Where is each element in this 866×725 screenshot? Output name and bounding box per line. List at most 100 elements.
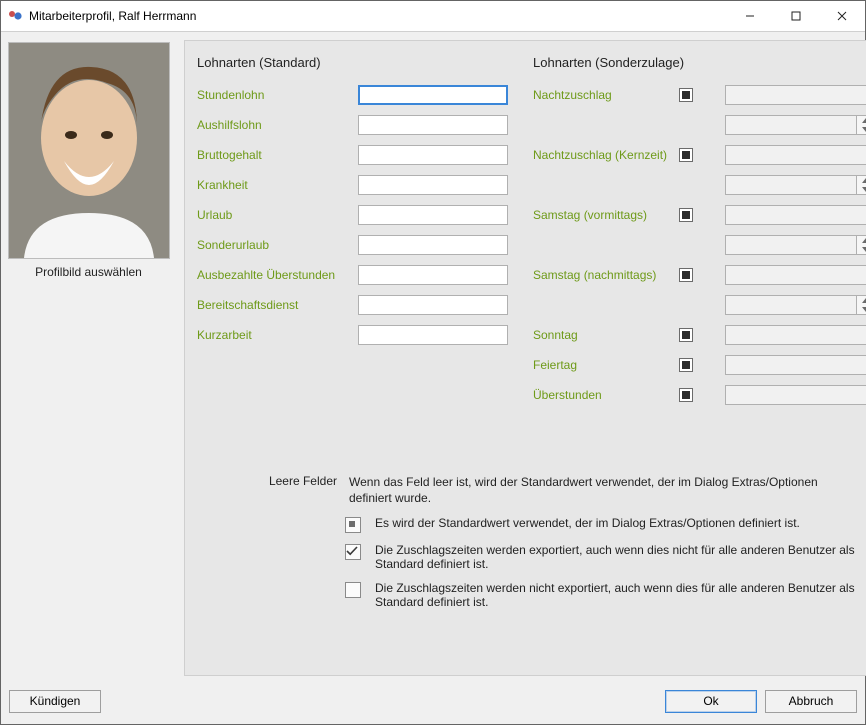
surcharge-row: Samstag (vormittags) xyxy=(533,204,863,226)
minimize-button[interactable] xyxy=(727,1,773,31)
wage-input[interactable] xyxy=(358,85,508,105)
surcharge-spinner-field xyxy=(725,235,866,255)
tristate-checkbox[interactable] xyxy=(679,88,693,102)
surcharge-spinner-field xyxy=(725,115,866,135)
field-label: Bruttogehalt xyxy=(197,148,352,162)
profile-photo-caption: Profilbild auswählen xyxy=(35,265,142,279)
explain-intro: Wenn das Feld leer ist, wird der Standar… xyxy=(349,474,863,506)
standard-row: Stundenlohn xyxy=(197,84,527,106)
surcharge-spinner-row xyxy=(533,174,863,196)
field-label: Krankheit xyxy=(197,178,352,192)
spinner-buttons[interactable] xyxy=(856,296,866,314)
field-label: Stundenlohn xyxy=(197,88,352,102)
wage-input[interactable] xyxy=(358,235,508,255)
standard-row: Kurzarbeit xyxy=(197,324,527,346)
surcharge-spinner-field xyxy=(725,175,866,195)
explain-text: Die Zuschlagszeiten werden exportiert, a… xyxy=(375,543,863,571)
standard-row: Urlaub xyxy=(197,204,527,226)
spin-down-icon[interactable] xyxy=(857,245,866,254)
tristate-checkbox[interactable] xyxy=(679,208,693,222)
wage-input[interactable] xyxy=(358,115,508,135)
spin-down-icon[interactable] xyxy=(857,125,866,134)
tristate-checkbox[interactable] xyxy=(679,328,693,342)
center-wrap: Lohnarten (Standard) StundenlohnAushilfs… xyxy=(176,32,866,684)
field-label: Ausbezahlte Überstunden xyxy=(197,268,352,282)
field-label: Feiertag xyxy=(533,358,673,372)
wage-input[interactable] xyxy=(358,145,508,165)
field-label: Urlaub xyxy=(197,208,352,222)
client-area: Profilbild auswählen Lohnarten (Standard… xyxy=(1,32,865,724)
legend-checkbox xyxy=(345,517,361,533)
wage-input[interactable] xyxy=(358,205,508,225)
field-label: Samstag (nachmittags) xyxy=(533,268,673,282)
wage-input[interactable] xyxy=(358,325,508,345)
close-button[interactable] xyxy=(819,1,865,31)
standard-row: Bereitschaftsdienst xyxy=(197,294,527,316)
surcharge-heading: Lohnarten (Sonderzulage) xyxy=(533,55,863,70)
ok-button[interactable]: Ok xyxy=(665,690,757,713)
surcharge-row: Nachtzuschlag (Kernzeit) xyxy=(533,144,863,166)
surcharge-value xyxy=(725,385,866,405)
workspace: Profilbild auswählen Lohnarten (Standard… xyxy=(1,32,865,684)
surcharge-spinner[interactable] xyxy=(725,235,866,255)
standard-column: Lohnarten (Standard) StundenlohnAushilfs… xyxy=(197,55,527,414)
surcharge-column: Lohnarten (Sonderzulage) Nachtzuschlag Na… xyxy=(533,55,863,414)
tristate-checkbox[interactable] xyxy=(679,358,693,372)
surcharge-spinner[interactable] xyxy=(725,175,866,195)
wage-input[interactable] xyxy=(358,295,508,315)
wage-input[interactable] xyxy=(358,175,508,195)
surcharge-spinner[interactable] xyxy=(725,115,866,135)
spinner-buttons[interactable] xyxy=(856,116,866,134)
maximize-button[interactable] xyxy=(773,1,819,31)
spin-up-icon[interactable] xyxy=(857,116,866,125)
explain-heading: Leere Felder xyxy=(197,474,337,488)
surcharge-spinner-row xyxy=(533,234,863,256)
surcharge-row: Samstag (nachmittags) xyxy=(533,264,863,286)
surcharge-row: Nachtzuschlag xyxy=(533,84,863,106)
surcharge-spinner-row xyxy=(533,114,863,136)
legend-checkbox xyxy=(345,544,361,560)
spinner-buttons[interactable] xyxy=(856,176,866,194)
surcharge-spinner-row xyxy=(533,294,863,316)
spin-down-icon[interactable] xyxy=(857,185,866,194)
profile-photo[interactable] xyxy=(8,42,170,259)
terminate-button[interactable]: Kündigen xyxy=(9,690,101,713)
window-title: Mitarbeiterprofil, Ralf Herrmann xyxy=(29,9,196,23)
app-icon xyxy=(7,8,23,24)
surcharge-value xyxy=(725,205,866,225)
left-column: Profilbild auswählen xyxy=(1,32,176,684)
surcharge-row: Sonntag xyxy=(533,324,863,346)
surcharge-value xyxy=(725,325,866,345)
field-label: Bereitschaftsdienst xyxy=(197,298,352,312)
wage-input[interactable] xyxy=(358,265,508,285)
spinner-buttons[interactable] xyxy=(856,236,866,254)
spin-up-icon[interactable] xyxy=(857,176,866,185)
explain-text: Die Zuschlagszeiten werden nicht exporti… xyxy=(375,581,863,609)
tristate-checkbox[interactable] xyxy=(679,388,693,402)
employee-profile-window: Mitarbeiterprofil, Ralf Herrmann xyxy=(0,0,866,725)
surcharge-spinner-field xyxy=(725,295,866,315)
spin-up-icon[interactable] xyxy=(857,236,866,245)
legend-checkbox xyxy=(345,582,361,598)
surcharge-value xyxy=(725,265,866,285)
field-label: Überstunden xyxy=(533,388,673,402)
cancel-button[interactable]: Abbruch xyxy=(765,690,857,713)
spin-up-icon[interactable] xyxy=(857,296,866,305)
spin-down-icon[interactable] xyxy=(857,305,866,314)
surcharge-value xyxy=(725,85,866,105)
surcharge-spinner[interactable] xyxy=(725,295,866,315)
standard-row: Ausbezahlte Überstunden xyxy=(197,264,527,286)
explain-row: Die Zuschlagszeiten werden nicht exporti… xyxy=(197,581,863,609)
field-label: Nachtzuschlag (Kernzeit) xyxy=(533,148,673,162)
field-label: Sonderurlaub xyxy=(197,238,352,252)
standard-row: Sonderurlaub xyxy=(197,234,527,256)
surcharge-row: Feiertag xyxy=(533,354,863,376)
standard-row: Krankheit xyxy=(197,174,527,196)
explain-row: Die Zuschlagszeiten werden exportiert, a… xyxy=(197,543,863,571)
standard-row: Bruttogehalt xyxy=(197,144,527,166)
surcharge-value xyxy=(725,355,866,375)
standard-heading: Lohnarten (Standard) xyxy=(197,55,527,70)
tristate-checkbox[interactable] xyxy=(679,148,693,162)
tristate-checkbox[interactable] xyxy=(679,268,693,282)
explain-row: Es wird der Standardwert verwendet, der … xyxy=(197,516,863,533)
